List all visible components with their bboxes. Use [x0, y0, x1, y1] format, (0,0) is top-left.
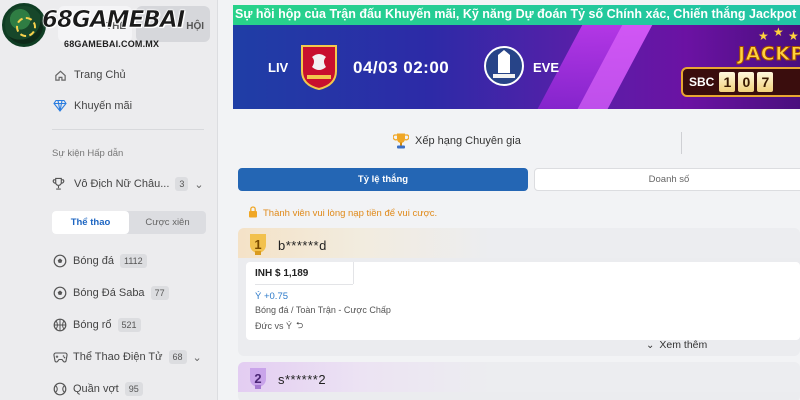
- divider: [255, 284, 353, 285]
- sport-label: Thể Thao Điện Tử: [73, 351, 163, 363]
- tab-parlay[interactable]: Cược xiên: [129, 211, 206, 234]
- deposit-notice: Thành viên vui lòng nạp tiền để vui cược…: [248, 206, 437, 221]
- chevron-down-icon: ⌄: [646, 339, 655, 351]
- sport-label: Quần vợt: [73, 383, 119, 395]
- bet-details[interactable]: INH $ 1,189 Ý +0.75 Bóng đá / Toàn Trận …: [246, 262, 800, 340]
- site-logo[interactable]: 68GAMEBAI 68GAMEBAI.COM.MX: [2, 3, 198, 49]
- logo-text: 68GAMEBAI: [42, 7, 186, 34]
- star-icon: ★: [788, 29, 799, 43]
- username: s******2: [278, 372, 327, 387]
- see-more-button[interactable]: ⌄ Xem thêm: [646, 339, 707, 351]
- jackpot-digit: 1: [719, 72, 736, 92]
- sport-list: Bóng đá 1112 Bóng Đá Saba 77 Bóng rổ 521…: [52, 245, 214, 400]
- basketball-icon: [52, 317, 68, 333]
- trophy-icon: [52, 176, 68, 192]
- logo-url: 68GAMEBAI.COM.MX: [64, 39, 160, 49]
- expert-card: 1 b******d INH $ 1,189 Ý +0.75 Bóng đá /…: [238, 228, 800, 356]
- match-time: 04/03 02:00: [353, 58, 450, 77]
- sport-label: Bóng rổ: [73, 319, 112, 331]
- menu-item-promotions[interactable]: Khuyến mãi: [52, 96, 204, 130]
- jackpot-digit: 0: [738, 72, 755, 92]
- chevron-down-icon[interactable]: ⌄: [194, 178, 203, 191]
- sport-item-basketball[interactable]: Bóng rổ 521: [52, 309, 214, 341]
- divider: [681, 132, 682, 154]
- event-label: Vô Địch Nữ Châu...: [74, 178, 170, 190]
- soccer-ball-icon: [52, 253, 68, 269]
- jackpot-title: JACKPOT: [738, 43, 800, 66]
- promo-banner[interactable]: Sự hồi hộp của Trận đấu Khuyến mãi, Kỹ n…: [233, 5, 800, 109]
- count-badge: 68: [168, 350, 187, 364]
- ranking-tabs: Tỷ lệ thắng Doanh số: [238, 168, 800, 191]
- divider: [353, 262, 354, 284]
- expert-ranking-tab[interactable]: Xếp hạng Chuyên gia: [393, 132, 521, 150]
- bet-teams: Đức vs Ý ⮌: [255, 318, 303, 334]
- sport-item-soccer-saba[interactable]: Bóng Đá Saba 77: [52, 277, 214, 309]
- card-header: 2 s******2: [238, 362, 800, 392]
- lock-icon: [248, 206, 258, 221]
- away-team-name: EVE: [533, 60, 560, 75]
- star-icon: ★: [758, 29, 769, 43]
- return-arrow-icon: ⮌: [296, 320, 304, 330]
- poker-chip-icon: [2, 3, 46, 47]
- menu-item-label: Khuyến mãi: [74, 99, 133, 112]
- sport-label: Bóng Đá Saba: [73, 287, 145, 299]
- bet-market: Bóng đá / Toàn Trận - Cược Chấp: [255, 305, 391, 315]
- sport-item-esports[interactable]: Thể Thao Điện Tử 68 ⌄: [52, 341, 214, 373]
- sport-item-soccer[interactable]: Bóng đá 1112: [52, 245, 214, 277]
- tennis-icon: [52, 381, 68, 397]
- count-badge: 95: [124, 382, 143, 396]
- tab-sales[interactable]: Doanh số: [534, 168, 800, 191]
- news-ticker: Sự hồi hộp của Trận đấu Khuyến mãi, Kỹ n…: [233, 5, 800, 25]
- menu-item-home[interactable]: Trang Chủ: [52, 64, 204, 86]
- jackpot-digit: 7: [757, 72, 774, 92]
- liverpool-crest-icon: [298, 43, 340, 91]
- sport-tabs: Thể thao Cược xiên: [52, 211, 206, 234]
- home-icon: [52, 67, 68, 83]
- count-badge: 77: [150, 286, 169, 300]
- rank-number: 1: [254, 236, 262, 252]
- star-icon: ★: [773, 25, 784, 39]
- teams-label: Đức vs Ý: [255, 321, 293, 331]
- rank-badge-silver: 2: [247, 366, 269, 390]
- menu-item-label: Trang Chủ: [74, 69, 126, 81]
- soccer-ball-icon: [52, 285, 68, 301]
- count-badge: 521: [117, 318, 141, 332]
- jackpot-counter: SBC 1 0 7: [681, 67, 800, 97]
- diamond-icon: [52, 98, 68, 114]
- chevron-down-icon[interactable]: ⌄: [193, 351, 202, 364]
- tab-win-rate[interactable]: Tỷ lệ thắng: [238, 168, 528, 191]
- bet-odds: Ý +0.75: [255, 291, 289, 302]
- trophy-icon: [393, 132, 409, 150]
- username: b******d: [278, 238, 327, 253]
- section-label-featured-events: Sự kiện Hấp dẫn: [52, 148, 124, 159]
- event-item[interactable]: Vô Địch Nữ Châu... 3 ⌄: [52, 176, 212, 192]
- count-badge: 3: [175, 177, 189, 191]
- notice-text: Thành viên vui lòng nạp tiền để vui cược…: [263, 208, 438, 219]
- home-team-name: LIV: [268, 60, 289, 75]
- rank-badge-gold: 1: [247, 232, 269, 256]
- see-more-label: Xem thêm: [659, 339, 708, 351]
- card-header: 1 b******d: [238, 228, 800, 258]
- everton-crest-icon: [483, 43, 525, 91]
- expert-card: 2 s******2: [238, 362, 800, 400]
- rank-number: 2: [254, 370, 262, 386]
- jackpot-label: SBC: [689, 75, 715, 89]
- expert-ranking-label: Xếp hạng Chuyên gia: [415, 135, 521, 147]
- bet-amount: INH $ 1,189: [255, 268, 309, 279]
- side-menu: Trang Chủ Khuyến mãi: [52, 64, 204, 130]
- count-badge: 1112: [119, 254, 147, 268]
- sidebar: THỂ HỘI 68GAMEBAI 68GAMEBAI.COM.MX Trang…: [0, 0, 218, 400]
- tab-sports-single[interactable]: Thể thao: [52, 211, 129, 234]
- sport-label: Bóng đá: [73, 255, 114, 267]
- esports-icon: [52, 349, 68, 365]
- sport-item-tennis[interactable]: Quần vợt 95: [52, 373, 214, 400]
